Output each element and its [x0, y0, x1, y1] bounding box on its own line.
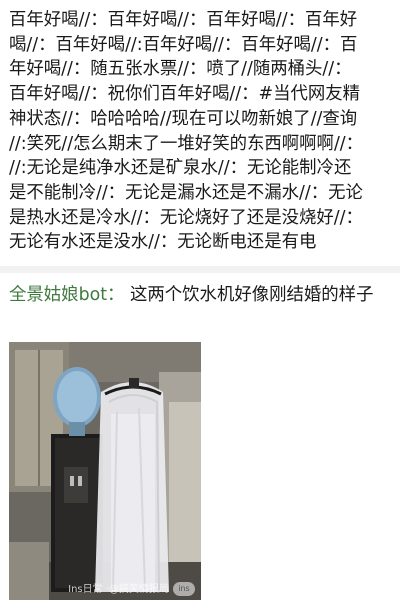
section-divider [0, 266, 400, 273]
water-dispensers-image [9, 342, 201, 600]
comment-author[interactable]: 全景姑娘bot： [9, 285, 124, 305]
post-line: 年好喝//：随五张水票//：喷了//随两桶头//： [9, 59, 352, 80]
post-body-text: 百年好喝//：百年好喝//：百年好喝//：百年好 喝//：百年好喝//:百年好喝… [9, 8, 393, 255]
post-line: 是热水还是冷水//：无论烧好了还是没烧好//： [9, 207, 363, 228]
post-photo[interactable]: Ins日常 ·@搞笑情报局 ins [9, 342, 201, 600]
watermark-logo-icon: ins [173, 582, 195, 596]
comment: 全景姑娘bot： 这两个饮水机好像刚结婚的样子 [9, 283, 393, 308]
photo-watermark: Ins日常 ·@搞笑情报局 ins [68, 580, 195, 596]
post-line: 神状态//：哈哈哈哈//现在可以吻新娘了//查询 [9, 108, 358, 129]
post-line: 百年好喝//：祝你们百年好喝//：#当代网友精 [9, 84, 361, 105]
comment-text: 这两个饮水机好像刚结婚的样子 [129, 285, 374, 305]
watermark-text: Ins日常 ·@搞笑情报局 [68, 584, 169, 595]
post-line: 是不能制冷//：无论是漏水还是不漏水//：无论 [9, 182, 363, 203]
post-line: 百年好喝//：百年好喝//：百年好喝//：百年好 [9, 10, 358, 30]
post-line: //:无论是纯净水还是矿泉水//：无论能制冷还 [9, 158, 352, 179]
post-line: 喝//：百年好喝//:百年好喝//：百年好喝//：百 [9, 34, 358, 55]
post-line: //:笑死//怎么期末了一堆好笑的东西啊啊啊//： [9, 133, 364, 154]
post-line: 无论有水还是没水//：无论断电还是有电 [9, 232, 317, 253]
